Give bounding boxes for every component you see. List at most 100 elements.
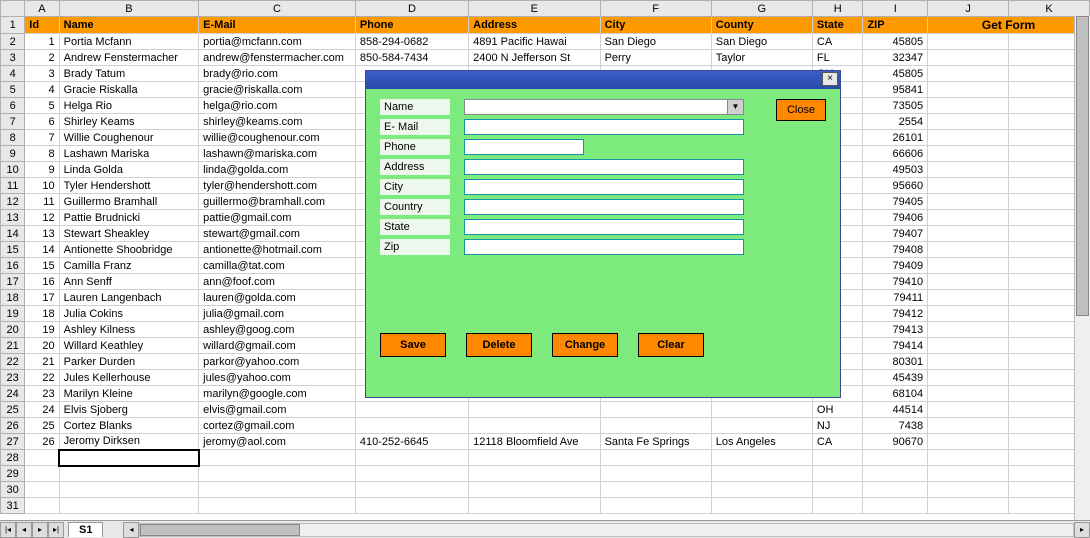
cell[interactable] — [469, 402, 600, 418]
cell[interactable] — [469, 450, 600, 466]
cell[interactable] — [199, 450, 356, 466]
name-combo[interactable] — [464, 99, 728, 115]
cell[interactable]: 26 — [25, 434, 59, 450]
cell[interactable]: Camilla Franz — [59, 258, 199, 274]
scroll-left-icon[interactable]: ◂ — [123, 522, 139, 538]
column-header[interactable]: A — [25, 1, 59, 17]
cell[interactable]: 4 — [25, 82, 59, 98]
cell[interactable]: 2400 N Jefferson St — [469, 50, 600, 66]
cell[interactable]: 79410 — [863, 274, 928, 290]
cell[interactable]: 21 — [25, 354, 59, 370]
cell[interactable] — [199, 498, 356, 514]
cell[interactable]: Gracie Riskalla — [59, 82, 199, 98]
city-field[interactable] — [464, 179, 744, 195]
cell[interactable] — [469, 466, 600, 482]
cell[interactable]: Ann Senff — [59, 274, 199, 290]
row-header[interactable]: 1 — [1, 17, 25, 34]
cell[interactable]: shirley@keams.com — [199, 114, 356, 130]
row-header[interactable]: 12 — [1, 194, 25, 210]
cell[interactable]: willie@coughenour.com — [199, 130, 356, 146]
row-header[interactable]: 7 — [1, 114, 25, 130]
cell[interactable] — [355, 450, 468, 466]
header-cell[interactable]: Id — [25, 17, 59, 34]
tab-nav-first-icon[interactable]: |◂ — [0, 522, 16, 538]
cell[interactable] — [928, 338, 1009, 354]
cell[interactable]: 5 — [25, 98, 59, 114]
cell[interactable]: San Diego — [600, 34, 711, 50]
cell[interactable]: CA — [812, 434, 863, 450]
cell[interactable] — [928, 290, 1009, 306]
horizontal-scroll-thumb[interactable] — [140, 524, 300, 536]
sheet-tab[interactable]: S1 — [68, 522, 103, 537]
cell[interactable] — [928, 370, 1009, 386]
cell[interactable]: Willard Keathley — [59, 338, 199, 354]
cell[interactable]: 79406 — [863, 210, 928, 226]
cell[interactable]: 66606 — [863, 146, 928, 162]
address-field[interactable] — [464, 159, 744, 175]
cell[interactable]: elvis@gmail.com — [199, 402, 356, 418]
header-cell[interactable]: County — [711, 17, 812, 34]
row-header[interactable]: 26 — [1, 418, 25, 434]
cell[interactable]: 79412 — [863, 306, 928, 322]
column-header[interactable]: G — [711, 1, 812, 17]
cell[interactable]: parkor@yahoo.com — [199, 354, 356, 370]
cell[interactable]: brady@rio.com — [199, 66, 356, 82]
cell[interactable] — [600, 466, 711, 482]
row-header[interactable]: 28 — [1, 450, 25, 466]
row-header[interactable]: 31 — [1, 498, 25, 514]
column-header[interactable]: F — [600, 1, 711, 17]
cell[interactable] — [928, 162, 1009, 178]
cell[interactable]: 45805 — [863, 66, 928, 82]
cell[interactable]: Cortez Blanks — [59, 418, 199, 434]
cell[interactable] — [711, 418, 812, 434]
cell[interactable]: 26101 — [863, 130, 928, 146]
cell[interactable]: 15 — [25, 258, 59, 274]
cell[interactable]: 10 — [25, 178, 59, 194]
cell[interactable] — [863, 498, 928, 514]
column-header[interactable]: I — [863, 1, 928, 17]
cell[interactable]: CA — [812, 34, 863, 50]
cell[interactable]: Stewart Sheakley — [59, 226, 199, 242]
cell[interactable]: 2 — [25, 50, 59, 66]
cell[interactable] — [812, 498, 863, 514]
cell[interactable] — [928, 50, 1009, 66]
row-header[interactable]: 22 — [1, 354, 25, 370]
row-header[interactable]: 19 — [1, 306, 25, 322]
cell[interactable] — [928, 274, 1009, 290]
cell[interactable]: 9 — [25, 162, 59, 178]
cell[interactable] — [928, 386, 1009, 402]
cell[interactable] — [711, 498, 812, 514]
cell[interactable] — [928, 402, 1009, 418]
cell[interactable] — [928, 242, 1009, 258]
cell[interactable]: 3 — [25, 66, 59, 82]
cell[interactable]: 1 — [25, 34, 59, 50]
cell[interactable] — [25, 482, 59, 498]
form-titlebar[interactable]: × — [366, 71, 840, 89]
email-field[interactable] — [464, 119, 744, 135]
cell[interactable] — [469, 482, 600, 498]
vertical-scroll-thumb[interactable] — [1076, 16, 1089, 316]
cell[interactable]: ashley@goog.com — [199, 322, 356, 338]
cell[interactable]: 19 — [25, 322, 59, 338]
cell[interactable] — [59, 450, 199, 466]
cell[interactable]: Portia Mcfann — [59, 34, 199, 50]
cell[interactable] — [355, 466, 468, 482]
tab-nav-prev-icon[interactable]: ◂ — [16, 522, 32, 538]
cell[interactable]: OH — [812, 402, 863, 418]
cell[interactable] — [355, 418, 468, 434]
cell[interactable] — [355, 498, 468, 514]
cell[interactable] — [711, 482, 812, 498]
chevron-down-icon[interactable]: ▼ — [728, 99, 744, 115]
cell[interactable]: Jeromy Dirksen — [59, 434, 199, 450]
cell[interactable]: 858-294-0682 — [355, 34, 468, 50]
cell[interactable]: Taylor — [711, 50, 812, 66]
cell[interactable]: 49503 — [863, 162, 928, 178]
cell[interactable]: 23 — [25, 386, 59, 402]
cell[interactable]: Ashley Kilness — [59, 322, 199, 338]
header-cell[interactable]: Name — [59, 17, 199, 34]
cell[interactable]: 68104 — [863, 386, 928, 402]
cell[interactable] — [928, 306, 1009, 322]
row-header[interactable]: 2 — [1, 34, 25, 50]
cell[interactable]: andrew@fenstermacher.com — [199, 50, 356, 66]
cell[interactable]: 18 — [25, 306, 59, 322]
